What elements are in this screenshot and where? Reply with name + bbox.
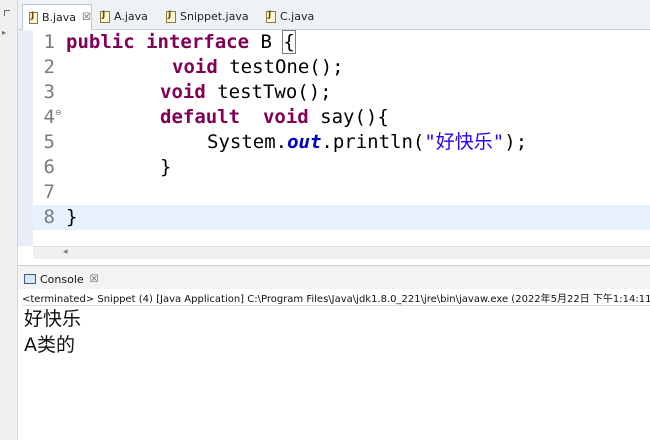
code-line: 7 [33, 180, 650, 205]
close-icon[interactable]: ☒ [82, 12, 91, 23]
console-output-line: 好快乐 [24, 308, 82, 330]
code-line: 3 void testTwo(); [33, 80, 650, 105]
line-number: 6 [43, 156, 55, 178]
line-number: 5 [43, 131, 55, 153]
java-file-icon [29, 11, 38, 24]
console-icon [24, 274, 36, 284]
code-line: 6 } [33, 155, 650, 180]
code-text: void testTwo(); [160, 81, 332, 103]
code-text: void testOne(); [172, 56, 344, 78]
horizontal-scrollbar[interactable]: ◂ [33, 246, 650, 259]
line-number: 1 [43, 31, 55, 53]
left-panel-strip: ▸ [0, 0, 18, 440]
code-text: System.out.println("好快乐"); [207, 131, 528, 153]
code-line: 1 public interface B { [33, 30, 650, 55]
chevron-right-icon[interactable]: ▸ [2, 28, 6, 37]
line-number: 3 [43, 81, 55, 103]
java-file-icon [166, 10, 176, 23]
tab-snippet-java[interactable]: Snippet.java [164, 4, 260, 29]
line-number: 7 [43, 181, 55, 203]
code-line: 4 ⊖ default void say(){ [33, 105, 650, 130]
tab-label: B.java [41, 11, 77, 24]
editor-tab-bar: B.java ☒ A.java Snippet.java C.java [18, 0, 650, 30]
tab-label: Snippet.java [180, 10, 249, 23]
console-output-line: A类的 [24, 334, 75, 356]
tab-label: C.java [280, 10, 315, 23]
minimize-icon[interactable] [4, 10, 10, 16]
console-output[interactable]: 好快乐 A类的 [24, 306, 81, 358]
code-text: } [66, 206, 78, 228]
line-number: 8 [43, 206, 55, 228]
tab-console[interactable]: Console ☒ [24, 269, 99, 289]
tab-b-java[interactable]: B.java ☒ [22, 4, 92, 30]
java-file-icon [100, 10, 110, 23]
code-line: 2 void testOne(); [33, 55, 650, 80]
fold-collapse-icon[interactable]: ⊖ [55, 108, 62, 117]
console-tab-label: Console [40, 272, 84, 286]
tab-c-java[interactable]: C.java [264, 4, 334, 29]
close-icon[interactable]: ☒ [90, 274, 99, 285]
matching-bracket: { [282, 30, 296, 54]
editor-ruler [18, 30, 33, 246]
code-editor[interactable]: 1 public interface B { 2 void testOne();… [33, 30, 650, 246]
line-number: 4 [43, 106, 55, 128]
console-tab-bar: Console ☒ [18, 265, 650, 289]
tab-label: A.java [114, 10, 148, 23]
tab-a-java[interactable]: A.java [96, 4, 160, 29]
java-file-icon [266, 10, 276, 23]
scroll-left-icon[interactable]: ◂ [63, 247, 68, 257]
line-number: 2 [43, 56, 55, 78]
code-text: default void say(){ [160, 106, 389, 128]
code-text: public interface B { [66, 30, 296, 54]
code-line: 5 System.out.println("好快乐"); [33, 130, 650, 155]
console-status-line: <terminated> Snippet (4) [Java Applicati… [22, 290, 650, 306]
code-line-current: 8 } [33, 205, 650, 230]
code-text: } [160, 156, 172, 178]
